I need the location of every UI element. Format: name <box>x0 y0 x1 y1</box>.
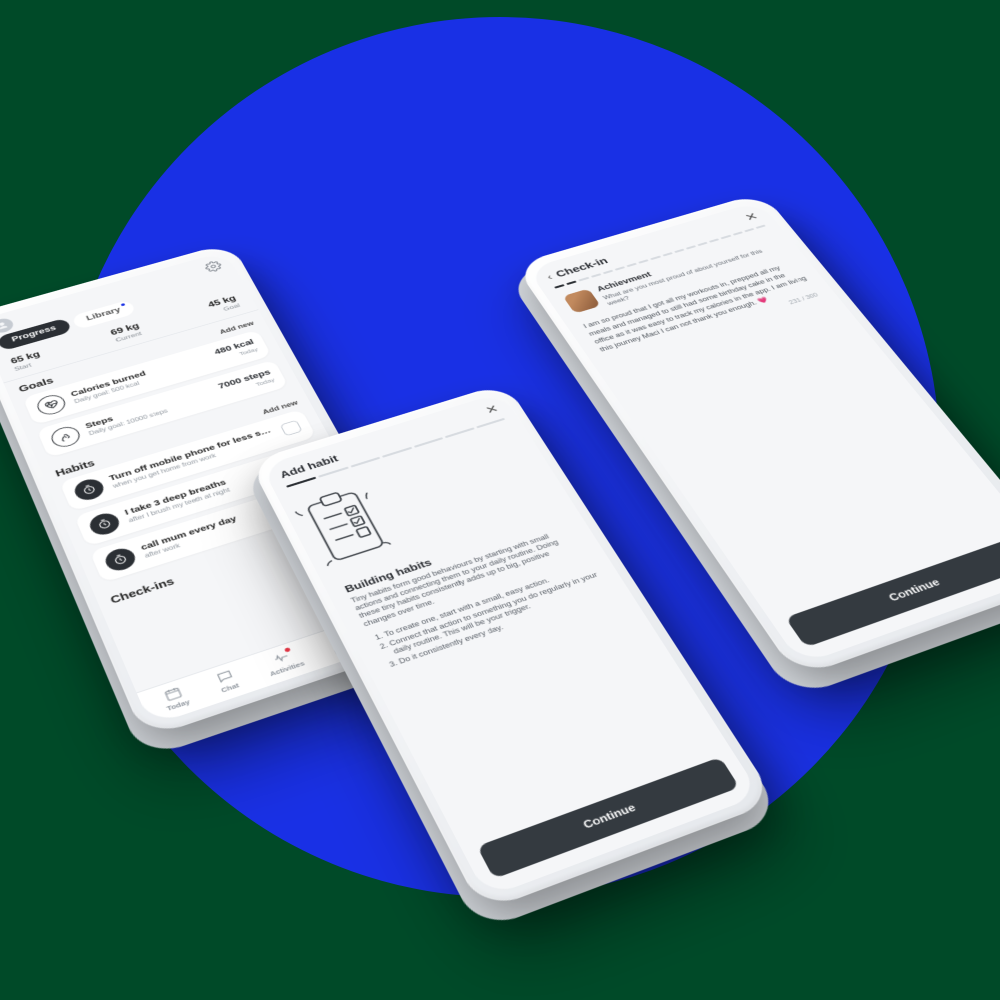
back-icon[interactable]: ‹ <box>544 272 555 283</box>
heart-rate-icon <box>34 392 68 417</box>
nav-chat-label: Chat <box>220 681 241 694</box>
notification-dot <box>284 647 291 652</box>
heart-icon: 💗 <box>756 296 770 305</box>
nav-today-label: Today <box>165 698 191 713</box>
nav-today[interactable]: Today <box>159 683 191 712</box>
clock-icon <box>86 510 122 538</box>
clock-icon <box>102 545 139 574</box>
close-icon[interactable]: ✕ <box>483 403 502 418</box>
nav-activities[interactable]: Activities <box>262 646 306 678</box>
close-icon[interactable]: ✕ <box>742 211 762 225</box>
user-icon <box>0 320 11 332</box>
calendar-icon <box>162 684 184 702</box>
settings-icon[interactable] <box>203 259 224 273</box>
chat-icon <box>214 667 236 685</box>
notification-dot <box>121 303 126 306</box>
steps-icon <box>48 424 83 450</box>
heart-pulse-icon <box>270 648 292 666</box>
nav-chat[interactable]: Chat <box>213 667 240 694</box>
nav-activities-label: Activities <box>268 659 306 678</box>
clock-icon <box>71 476 107 503</box>
